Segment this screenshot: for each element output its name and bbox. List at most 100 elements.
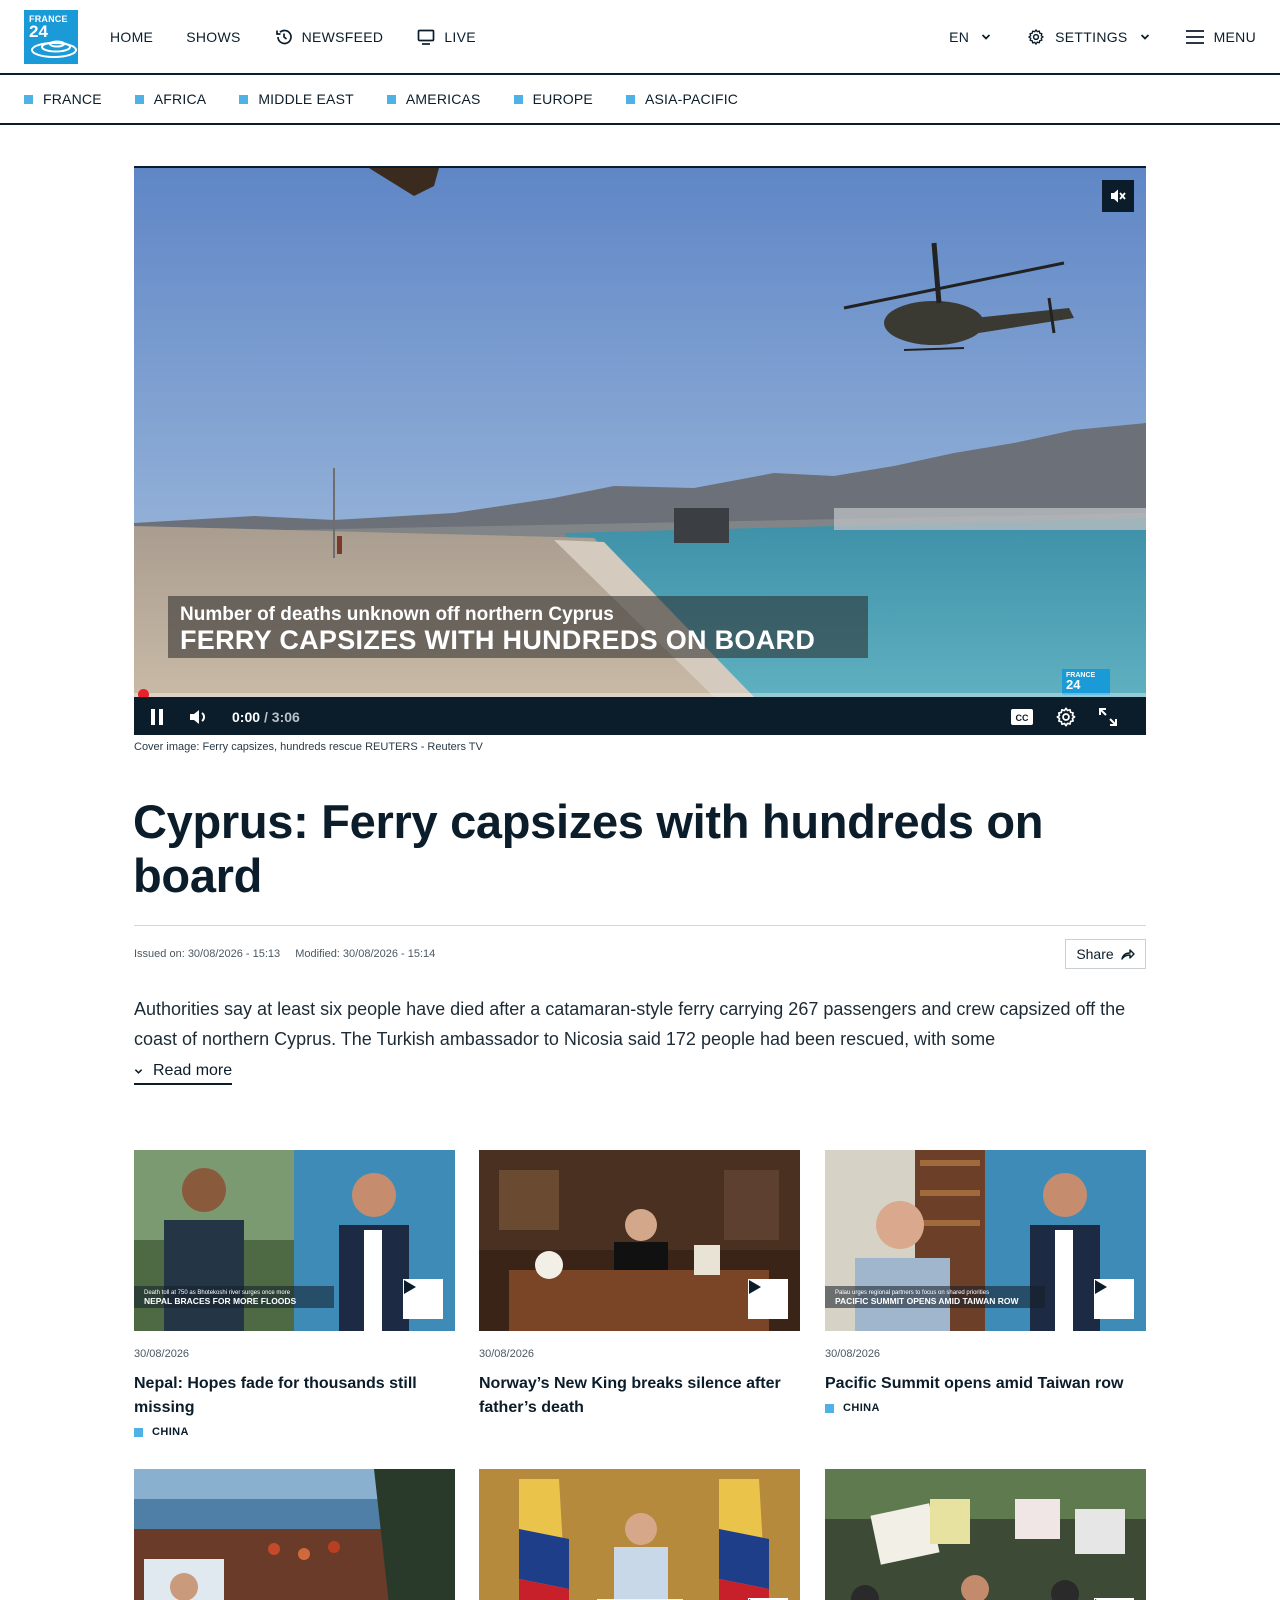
nav-shows[interactable]: SHOWS: [186, 29, 240, 45]
play-icon: [749, 1280, 761, 1294]
speaker-muted-icon: [1111, 189, 1126, 203]
share-button[interactable]: Share: [1065, 939, 1146, 969]
monitor-icon: [417, 29, 435, 45]
region-label: AFRICA: [153, 91, 207, 107]
fullscreen-button[interactable]: [1094, 697, 1122, 735]
thumbnail-banner-headline: NEPAL BRACES FOR MORE FLOODS: [144, 1296, 297, 1306]
video-card[interactable]: Death toll at 750 as Bhotekoshi river su…: [134, 1150, 455, 1438]
gear-icon: [1028, 28, 1044, 45]
video-card[interactable]: [825, 1469, 1146, 1600]
player-settings-button[interactable]: [1052, 697, 1080, 735]
region-square: [513, 94, 523, 104]
pause-icon: [151, 709, 163, 725]
card-date: 30/08/2026: [479, 1348, 535, 1360]
top-navigation: FRANCE 24 HOME SHOWS NEWSFEED LIVE EN SE…: [0, 0, 1280, 75]
pause-button[interactable]: [144, 697, 170, 735]
card-thumbnail[interactable]: [479, 1469, 800, 1600]
region-label: MIDDLE EAST: [258, 91, 354, 107]
region-label: ASIA-PACIFIC: [644, 91, 739, 107]
captions-button[interactable]: CC: [1008, 697, 1036, 735]
region-square: [386, 94, 396, 104]
read-more-label: Read more: [153, 1062, 233, 1079]
play-button[interactable]: [403, 1279, 443, 1319]
region-nav: FRANCE AFRICA MIDDLE EAST AMERICAS EUROP…: [0, 75, 1280, 125]
card-thumbnail[interactable]: [825, 1469, 1146, 1600]
region-europe[interactable]: EUROPE: [513, 91, 593, 107]
card-thumbnail[interactable]: [479, 1150, 800, 1331]
play-button[interactable]: [1094, 1279, 1134, 1319]
play-button[interactable]: [748, 1279, 788, 1319]
region-label: AMERICAS: [405, 91, 481, 107]
region-square: [625, 94, 635, 104]
article-headline: Cyprus: Ferry capsizes with hundreds on …: [133, 795, 1044, 902]
language-selector[interactable]: EN: [949, 29, 991, 45]
france24-logo[interactable]: FRANCE 24: [24, 10, 78, 64]
thumbnail-banner: Death toll at 750 as Bhotekoshi river su…: [144, 1290, 296, 1306]
nav-shows-label: SHOWS: [186, 28, 241, 45]
current-time: 0:00: [232, 709, 261, 725]
language-label: EN: [949, 28, 970, 45]
play-icon: [1095, 1280, 1107, 1294]
video-player[interactable]: Number of deaths unknown off northern Cy…: [134, 166, 1146, 735]
modified-date: Modified: 30/08/2026 - 15:14: [295, 948, 436, 960]
divider: [134, 925, 1146, 926]
issued-date: Issued on: 30/08/2026 - 15:13: [134, 948, 281, 960]
region-middle-east[interactable]: MIDDLE EAST: [239, 91, 354, 107]
play-icon: [404, 1280, 416, 1294]
region-asia-pacific[interactable]: ASIA-PACIFIC: [625, 91, 739, 107]
share-label: Share: [1076, 946, 1114, 962]
time-display: 0:00 / 3:06: [232, 697, 300, 735]
card-tag[interactable]: CHINA: [134, 1426, 455, 1438]
tag-square: [825, 1403, 834, 1413]
video-lower-third: Number of deaths unknown off northern Cy…: [168, 596, 868, 658]
read-more-button[interactable]: Read more: [134, 1062, 233, 1085]
region-americas[interactable]: AMERICAS: [386, 91, 481, 107]
menu-button[interactable]: MENU: [1185, 29, 1256, 45]
video-card[interactable]: Palau urges regional partners to focus o…: [825, 1150, 1146, 1414]
region-square: [239, 94, 249, 104]
chevron-down-icon: [134, 1068, 143, 1074]
nav-newsfeed[interactable]: NEWSFEED: [274, 27, 384, 47]
channel-watermark: FRANCE 24: [1062, 669, 1110, 695]
tag-label: CHINA: [843, 1402, 880, 1414]
card-date: 30/08/2026: [134, 1348, 190, 1360]
card-title[interactable]: Nepal: Hopes fade for thousands still mi…: [134, 1372, 455, 1420]
video-card[interactable]: [479, 1469, 800, 1600]
video-card[interactable]: 30/08/2026 Norway’s New King breaks sile…: [479, 1150, 800, 1420]
article-lede: Authorities say at least six people have…: [134, 999, 1126, 1049]
gear-icon: [1056, 707, 1076, 727]
volume-icon: [190, 710, 205, 724]
card-title[interactable]: Pacific Summit opens amid Taiwan row: [825, 1372, 1146, 1396]
hamburger-icon: [1185, 29, 1204, 44]
region-france[interactable]: FRANCE: [24, 91, 102, 107]
volume-button[interactable]: [184, 697, 212, 735]
settings-dropdown[interactable]: SETTINGS: [1027, 28, 1149, 46]
card-thumbnail[interactable]: Palau urges regional partners to focus o…: [825, 1150, 1146, 1331]
settings-label: SETTINGS: [1055, 28, 1128, 45]
card-date: 30/08/2026: [825, 1348, 881, 1360]
card-tag[interactable]: CHINA: [825, 1402, 1146, 1414]
player-controls: 0:00 / 3:06 CC: [134, 697, 1146, 735]
region-square: [24, 94, 33, 104]
duration: / 3:06: [264, 709, 300, 725]
card-thumbnail[interactable]: [134, 1469, 455, 1600]
video-card[interactable]: [134, 1469, 455, 1600]
utility-nav: EN SETTINGS MENU: [913, 0, 1256, 73]
venezuela-thumbnail-image: [479, 1469, 800, 1600]
migrant-boat-thumbnail-image: [134, 1469, 455, 1600]
video-caption: Cover image: Ferry capsizes, hundreds re…: [134, 741, 483, 753]
thumbnail-banner: Palau urges regional partners to focus o…: [835, 1290, 1019, 1306]
nav-home-label: HOME: [110, 28, 154, 45]
card-thumbnail[interactable]: Death toll at 750 as Bhotekoshi river su…: [134, 1150, 455, 1331]
lower-third-headline: FERRY CAPSIZES WITH HUNDREDS ON BOARD: [180, 625, 816, 655]
fullscreen-icon: [1099, 708, 1117, 726]
tag-label: CHINA: [152, 1426, 189, 1438]
nav-live[interactable]: LIVE: [416, 27, 476, 47]
mute-toggle-button[interactable]: [1102, 180, 1134, 212]
region-africa[interactable]: AFRICA: [134, 91, 207, 107]
thumbnail-banner-headline: PACIFIC SUMMIT OPENS AMID TAIWAN ROW: [835, 1296, 1019, 1306]
nav-home[interactable]: HOME: [110, 29, 153, 45]
region-square: [134, 94, 144, 104]
region-label: FRANCE: [43, 91, 102, 107]
card-title[interactable]: Norway’s New King breaks silence after f…: [479, 1372, 800, 1420]
